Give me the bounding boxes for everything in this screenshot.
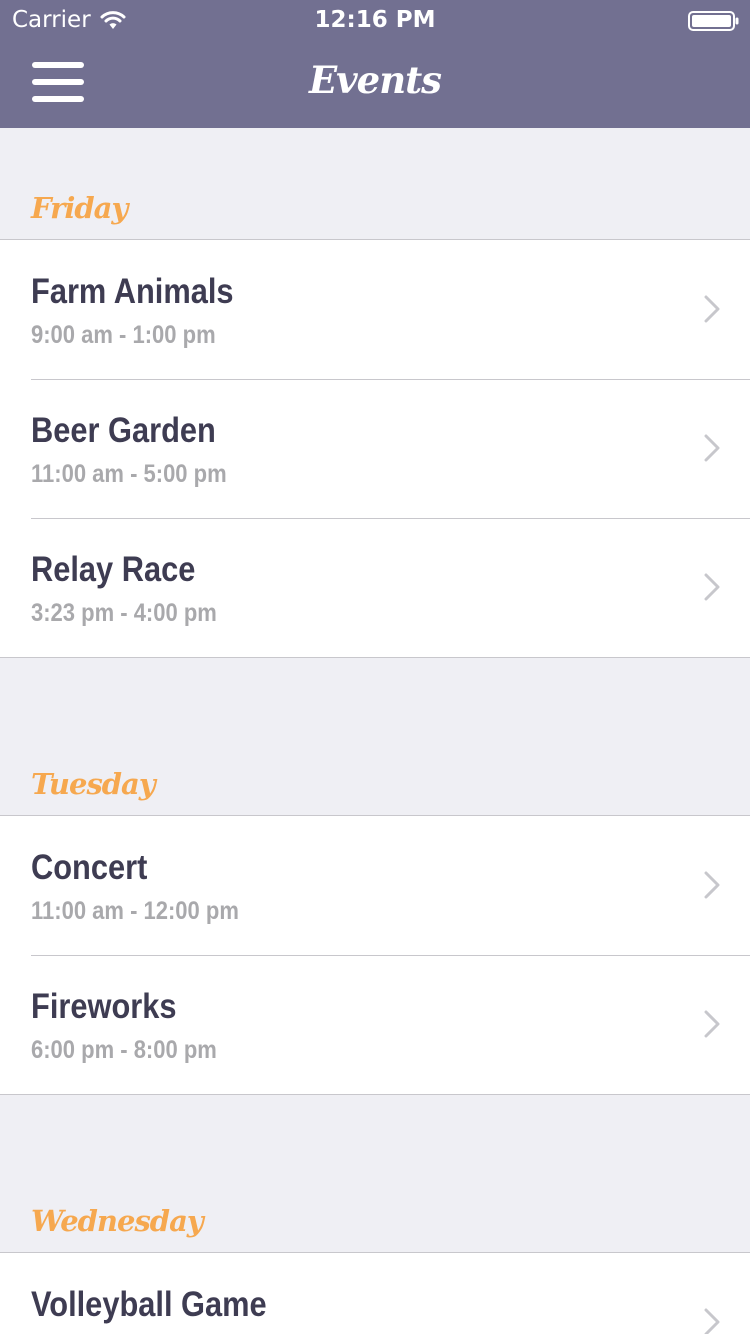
section-header: Tuesday [0, 658, 750, 815]
event-title: Relay Race [31, 550, 196, 589]
page-title: Events [308, 58, 442, 102]
event-time: 11:00 am - 5:00 pm [31, 460, 227, 488]
section-header: Wednesday [0, 1095, 750, 1252]
chevron-right-icon [704, 871, 720, 899]
event-time: 9:00 am - 1:00 pm [31, 321, 216, 349]
section-header: Friday [0, 128, 750, 239]
section-rows: Concert 11:00 am - 12:00 pm Fireworks 6:… [0, 815, 750, 1095]
event-row[interactable]: Volleyball Game [0, 1253, 750, 1334]
events-list[interactable]: Friday Farm Animals 9:00 am - 1:00 pm Be… [0, 128, 750, 1334]
navigation-bar: Events [0, 40, 750, 128]
section-wednesday: Wednesday Volleyball Game [0, 1095, 750, 1334]
event-row[interactable]: Concert 11:00 am - 12:00 pm [0, 816, 750, 955]
event-title: Farm Animals [31, 272, 234, 311]
section-tuesday: Tuesday Concert 11:00 am - 12:00 pm Fire… [0, 658, 750, 1095]
event-time: 3:23 pm - 4:00 pm [31, 599, 217, 627]
section-friday: Friday Farm Animals 9:00 am - 1:00 pm Be… [0, 128, 750, 658]
section-rows: Volleyball Game [0, 1252, 750, 1334]
event-title: Fireworks [31, 987, 177, 1026]
event-time: 6:00 pm - 8:00 pm [31, 1036, 217, 1064]
section-title: Friday [31, 191, 128, 225]
section-title: Tuesday [31, 767, 156, 801]
event-row[interactable]: Relay Race 3:23 pm - 4:00 pm [0, 518, 750, 657]
battery-icon [688, 11, 740, 31]
event-title: Concert [31, 848, 148, 887]
status-bar: Carrier 12:16 PM [0, 0, 750, 40]
section-title: Wednesday [31, 1204, 204, 1238]
chevron-right-icon [704, 295, 720, 323]
event-title: Beer Garden [31, 411, 216, 450]
section-rows: Farm Animals 9:00 am - 1:00 pm Beer Gard… [0, 239, 750, 658]
chevron-right-icon [704, 1308, 720, 1334]
event-row[interactable]: Beer Garden 11:00 am - 5:00 pm [0, 379, 750, 518]
event-row[interactable]: Fireworks 6:00 pm - 8:00 pm [0, 955, 750, 1094]
chevron-right-icon [704, 434, 720, 462]
event-time: 11:00 am - 12:00 pm [31, 897, 239, 925]
chevron-right-icon [704, 1010, 720, 1038]
event-title: Volleyball Game [31, 1285, 267, 1324]
chevron-right-icon [704, 573, 720, 601]
event-row[interactable]: Farm Animals 9:00 am - 1:00 pm [0, 240, 750, 379]
status-time: 12:16 PM [314, 7, 436, 33]
